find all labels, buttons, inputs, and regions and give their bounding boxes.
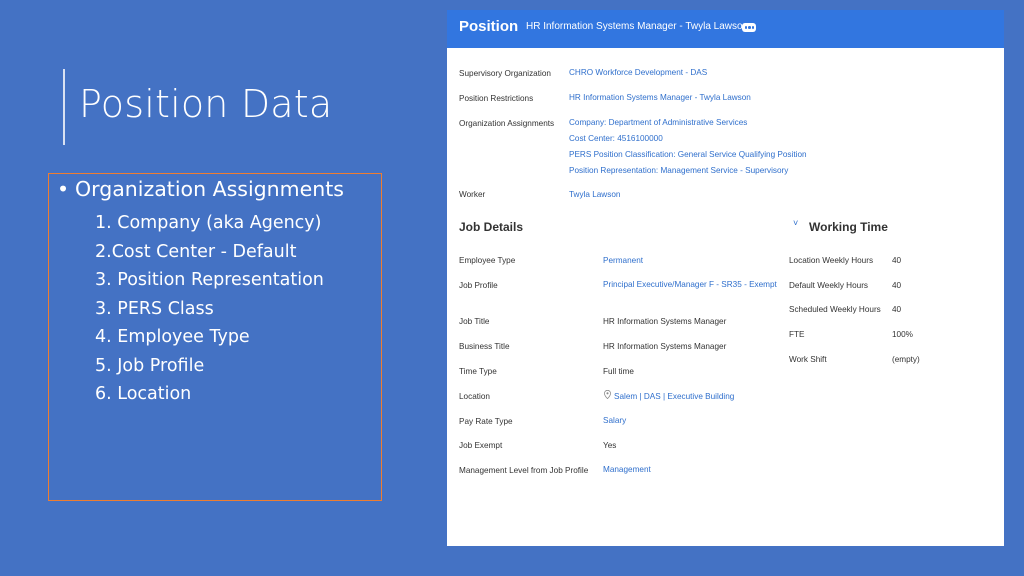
job-profile-label: Job Profile [459,281,498,290]
location-pin-icon [604,390,611,399]
scheduled-weekly-hours-value: 40 [892,305,902,314]
list-item: 5. Job Profile [95,355,205,376]
job-profile-link[interactable]: Principal Executive/Manager F - SR35 - E… [603,280,777,289]
employee-type-label: Employee Type [459,256,516,265]
time-type-value: Full time [603,367,634,376]
job-exempt-value: Yes [603,441,617,450]
bullet-dot-icon: • [57,177,70,201]
default-weekly-hours-value: 40 [892,281,902,290]
job-exempt-label: Job Exempt [459,441,503,450]
bullet-box: • Organization Assignments 1. Company (ak… [48,173,382,501]
job-details-title: Job Details [459,220,524,234]
supervisory-org-label: Supervisory Organization [459,69,551,78]
business-title-value: HR Information Systems Manager [603,342,727,351]
fte-value: 100% [892,330,913,339]
slide-title: Position Data [79,82,333,126]
org-assignments-label: Organization Assignments [459,119,555,128]
org-assignment-pers-link[interactable]: PERS Position Classification: General Se… [569,150,807,159]
employee-type-link[interactable]: Permanent [603,256,643,265]
list-item: 4. Employee Type [95,327,250,347]
job-title-label: Job Title [459,317,490,326]
pay-rate-type-link[interactable]: Salary [603,416,626,425]
panel-header: Position HR Information Systems Manager … [447,10,1004,48]
business-title-label: Business Title [459,342,510,351]
worker-link[interactable]: Twyla Lawson [569,190,620,199]
title-accent-bar [63,69,65,145]
location-label: Location [459,392,490,401]
bullet-heading: • Organization Assignments [57,177,344,201]
panel-subtitle: HR Information Systems Manager - Twyla L… [526,21,749,32]
list-item: 1. Company (aka Agency) [95,213,322,233]
bullet-sub-list: 1. Company (aka Agency) 2.Cost Center - … [95,209,324,409]
location-weekly-hours-value: 40 [892,256,902,265]
list-item: 2.Cost Center - Default [95,241,297,262]
position-panel: Position HR Information Systems Manager … [447,10,1004,546]
ellipsis-icon[interactable] [742,23,756,32]
org-assignment-cost-center-link[interactable]: Cost Center: 4516100000 [569,134,663,143]
location-link[interactable]: Salem | DAS | Executive Building [614,392,734,401]
pay-rate-type-label: Pay Rate Type [459,417,513,426]
work-shift-value: (empty) [892,355,920,364]
supervisory-org-link[interactable]: CHRO Workforce Development - DAS [569,68,707,77]
location-weekly-hours-label: Location Weekly Hours [789,256,874,265]
chevron-down-icon[interactable]: ˅ [793,218,798,228]
management-level-label: Management Level from Job Profile [459,466,589,475]
list-item: 3. PERS Class [95,298,214,319]
fte-label: FTE [789,330,805,339]
work-shift-label: Work Shift [789,355,827,364]
bullet-heading-text: Organization Assignments [75,177,344,201]
org-assignment-company-link[interactable]: Company: Department of Administrative Se… [569,118,747,127]
panel-title: Position [459,18,519,35]
job-title-value: HR Information Systems Manager [603,317,727,326]
list-item: 6. Location [95,384,192,404]
worker-label: Worker [459,190,486,199]
working-time-title[interactable]: Working Time [809,220,888,234]
list-item: 3. Position Representation [95,270,324,290]
time-type-label: Time Type [459,367,497,376]
management-level-link[interactable]: Management [603,465,651,474]
position-restrictions-link[interactable]: HR Information Systems Manager - Twyla L… [569,93,751,102]
position-restrictions-label: Position Restrictions [459,94,534,103]
scheduled-weekly-hours-label: Scheduled Weekly Hours [789,305,881,314]
default-weekly-hours-label: Default Weekly Hours [789,281,869,290]
org-assignment-representation-link[interactable]: Position Representation: Management Serv… [569,166,788,175]
